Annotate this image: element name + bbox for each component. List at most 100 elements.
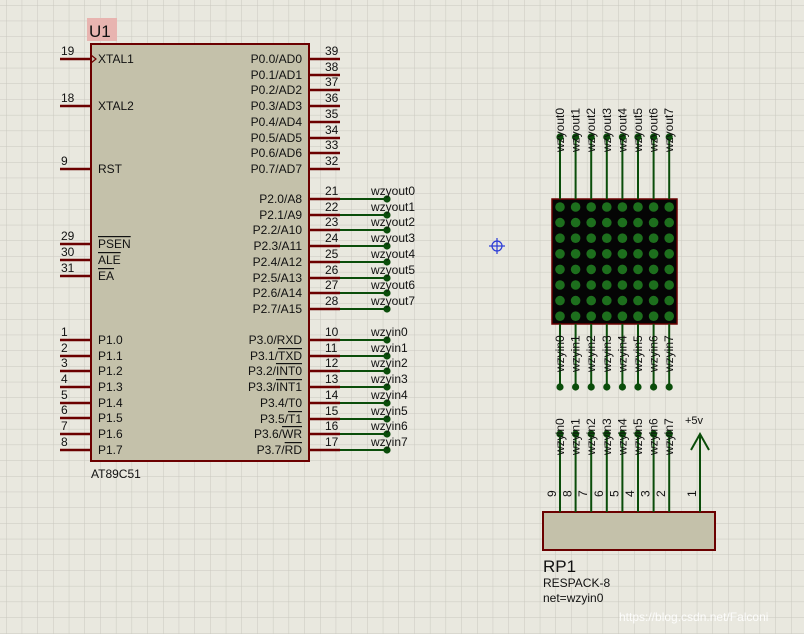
rp1-pin-number: 9: [545, 490, 559, 497]
u1-pin-number: 23: [325, 215, 339, 229]
u1-pin-name: P0.1/AD1: [251, 68, 303, 82]
led-dot: [617, 280, 628, 290]
u1-pin-number: 39: [325, 44, 339, 58]
led-dot: [586, 217, 596, 228]
led-dot: [555, 264, 565, 275]
led-dot: [602, 264, 612, 275]
led-dot: [664, 311, 674, 322]
u1-pin-number: 10: [325, 325, 339, 339]
u1-pin-number: 32: [325, 154, 339, 168]
led-dot: [617, 233, 628, 243]
led-dot: [648, 264, 659, 275]
u1-pin-name: P1.3: [98, 380, 123, 394]
led-dot: [570, 280, 581, 290]
rp1-pin-number: 8: [561, 490, 575, 497]
led-dot: [570, 217, 581, 228]
net-label: wzyin1: [569, 335, 583, 373]
u1-pin-name: P2.5/A13: [253, 271, 303, 285]
net-terminal-dot: [650, 383, 658, 391]
net-terminal-dot: [634, 383, 642, 391]
u1-pin-number: 13: [325, 372, 339, 386]
u1-pin-number: 34: [325, 123, 339, 137]
led-dot: [586, 202, 596, 212]
u1-pin-number: 33: [325, 138, 339, 152]
led-dot: [633, 311, 643, 322]
net-label: wzyin7: [662, 335, 676, 373]
net-terminal-dot: [665, 383, 673, 391]
net-label: wzyin6: [647, 335, 661, 373]
u1-pin-name: P3.2/INT0: [248, 364, 302, 378]
u1-pin-name: P0.7/AD7: [251, 162, 303, 176]
led-dot: [648, 295, 659, 306]
led-dot: [602, 217, 612, 228]
rp1-net-label: net=wzyin0: [543, 591, 604, 605]
led-dot: [648, 217, 659, 228]
net-label: wzyin3: [370, 372, 408, 386]
net-label: wzyout5: [370, 263, 415, 277]
net-label: wzyin6: [370, 419, 408, 433]
rp1-pin-number: 3: [639, 490, 653, 497]
u1-pin-name: EA: [98, 269, 114, 283]
led-dot: [648, 233, 659, 243]
led-dot: [586, 233, 596, 243]
u1-pin-number: 31: [61, 261, 75, 275]
u1-pin-number: 9: [61, 154, 68, 168]
u1-pin-name: P0.6/AD6: [251, 146, 303, 160]
led-dot: [664, 295, 674, 306]
led-matrix-body: [551, 198, 678, 325]
led-matrix[interactable]: wzyout0 wzyout1 wzyout2 wzyout3 wzyout4 wzyou…: [551, 108, 678, 391]
led-dot: [555, 295, 565, 306]
led-dot: [570, 295, 581, 306]
u1-pin-number: 24: [325, 231, 339, 245]
u1-pin-number: 7: [61, 419, 68, 433]
net-label: wzyout5: [631, 108, 645, 153]
led-dot: [617, 264, 628, 275]
u1-pin-number: 16: [325, 419, 339, 433]
net-label: wzyin4: [370, 388, 408, 402]
u1-pin-number: 2: [61, 341, 68, 355]
u1-pin-name: P1.5: [98, 411, 123, 425]
net-label: wzyin0: [370, 325, 408, 339]
led-dot: [664, 217, 674, 228]
led-dot: [602, 202, 612, 212]
led-dot: [570, 233, 581, 243]
net-terminal-dot: [556, 383, 564, 391]
u1-pin-number: 15: [325, 404, 339, 418]
led-dot: [617, 311, 628, 322]
net-label: wzyin5: [631, 335, 645, 373]
led-dot: [617, 202, 628, 212]
net-label: wzyin6: [647, 418, 661, 456]
led-dot: [555, 311, 565, 322]
rp1-pin-number: 6: [592, 490, 606, 497]
led-dot: [586, 264, 596, 275]
net-label: wzyin2: [584, 335, 598, 373]
u1-pin-name: P2.0/A8: [259, 192, 302, 206]
net-label: wzyin3: [600, 418, 614, 456]
led-dot: [555, 202, 565, 212]
u1-pin-number: 22: [325, 200, 339, 214]
u1-pin-number: 17: [325, 435, 339, 449]
led-dot: [664, 202, 674, 212]
rp1-pin-number: 4: [623, 490, 637, 497]
net-terminal-dot: [618, 383, 627, 391]
net-label: wzyout2: [370, 215, 415, 229]
net-label: wzyout6: [647, 108, 661, 153]
u1-pin-name: P3.4/T0: [260, 396, 302, 410]
u1-pin-number: 27: [325, 278, 339, 292]
net-label: wzyin2: [370, 356, 408, 370]
led-dot: [617, 295, 628, 306]
led-dot: [633, 249, 643, 259]
net-label: wzyout3: [600, 108, 614, 153]
net-label: wzyin1: [569, 418, 583, 456]
u1-pin-number: 37: [325, 75, 339, 89]
u1-pin-name: RST: [98, 162, 123, 176]
u1-pin-name: P2.2/A10: [253, 223, 303, 237]
led-dot: [570, 311, 581, 322]
led-dot: [570, 249, 581, 259]
u1-pin-name: P3.3/INT1: [248, 380, 302, 394]
net-label: wzyin7: [370, 435, 408, 449]
u1-pin-name: XTAL1: [98, 52, 134, 66]
led-dot: [617, 249, 628, 259]
u1-pin-name: P2.4/A12: [253, 255, 303, 269]
u1-pin-name: P1.1: [98, 349, 123, 363]
